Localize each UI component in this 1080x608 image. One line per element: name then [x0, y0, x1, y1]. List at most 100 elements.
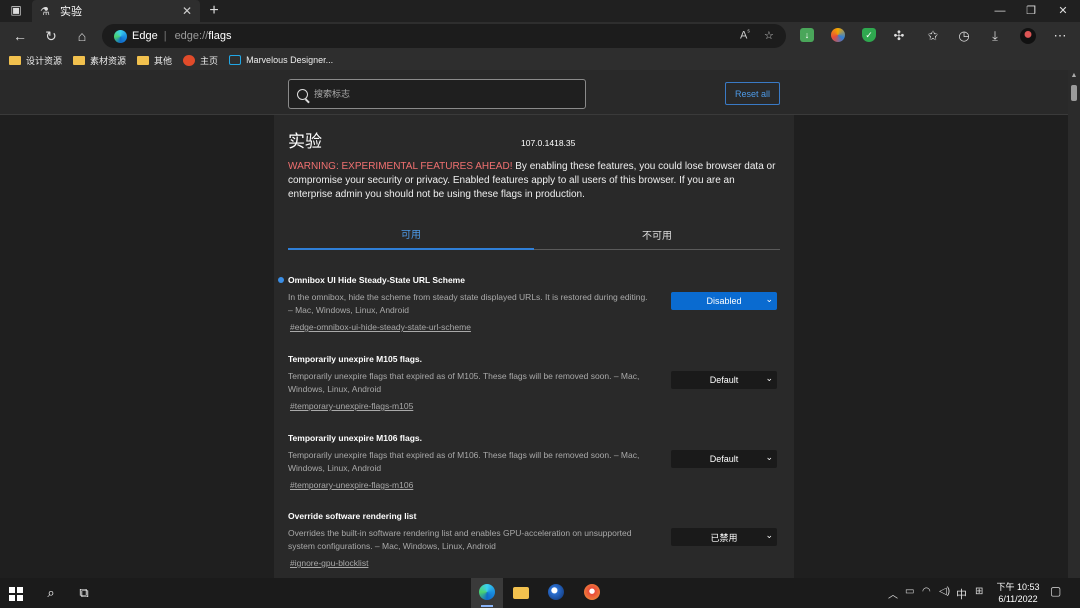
taskbar-app-3[interactable] [540, 578, 572, 608]
chevron-down-icon: ⌄ [765, 530, 773, 540]
flag-link[interactable]: #temporary-unexpire-flags-m105 [290, 401, 413, 411]
flag-title: Temporarily unexpire M105 flags. [288, 354, 422, 364]
close-tab-icon[interactable]: ✕ [182, 4, 192, 18]
flag-title: Temporarily unexpire M106 flags. [288, 433, 422, 443]
scroll-up-icon[interactable]: ▲ [1068, 70, 1080, 82]
search-box[interactable] [288, 79, 586, 109]
chevron-down-icon: ⌄ [765, 373, 773, 383]
more-menu-icon[interactable]: ⋯ [1051, 27, 1069, 45]
back-icon[interactable]: ← [9, 26, 31, 46]
ime-mode-icon[interactable]: ⊞ [975, 586, 983, 597]
clock[interactable]: 下午 10:53 6/11/2022 [990, 581, 1046, 605]
favorite-label: 主页 [200, 55, 219, 66]
tab-available[interactable]: 可用 [288, 226, 534, 241]
windows-start-icon[interactable] [9, 587, 23, 601]
ime-indicator[interactable]: 中 [956, 586, 967, 602]
chevron-down-icon: ⌄ [765, 294, 773, 304]
shield-extension-icon[interactable]: ✓ [862, 28, 876, 42]
history-icon[interactable]: ◷ [955, 27, 973, 45]
search-icon[interactable]: ⌕ [42, 584, 60, 602]
flag-select[interactable]: Disabled ⌄ [671, 292, 777, 310]
file-explorer-icon [513, 587, 529, 599]
clock-date: 6/11/2022 [998, 594, 1038, 604]
flag-select-value: Default [709, 375, 739, 385]
flag-link[interactable]: #edge-omnibox-ui-hide-steady-state-url-s… [290, 322, 471, 332]
marvelous-designer-icon [229, 55, 242, 65]
flag-link[interactable]: #temporary-unexpire-flags-m106 [290, 480, 413, 490]
favorite-other[interactable]: 其他 [137, 54, 172, 67]
flags-header: Reset all [0, 70, 1068, 115]
active-app-indicator [481, 605, 493, 607]
volume-icon[interactable]: ◁) [939, 586, 950, 597]
version-number: 107.0.1418.35 [521, 138, 576, 148]
active-tab-indicator [288, 248, 534, 250]
taskbar-file-explorer[interactable] [505, 578, 537, 608]
extensions-icon[interactable]: ✣ [890, 27, 908, 45]
flag-select[interactable]: Default ⌄ [671, 371, 777, 389]
favorite-marvelous-designer[interactable]: Marvelous Designer... [229, 55, 333, 65]
close-window-icon[interactable]: ✕ [1046, 0, 1080, 22]
notifications-icon[interactable]: ▢ [1050, 584, 1061, 598]
flask-icon: ⚗ [40, 5, 50, 18]
show-hidden-icons-icon[interactable]: ︿ [888, 586, 898, 601]
flag-description: Temporarily unexpire flags that expired … [288, 371, 640, 394]
tab-flags[interactable]: ⚗ 实验 ✕ [32, 0, 200, 22]
favorite-design-resources[interactable]: 设计资源 [9, 54, 62, 67]
scroll-thumb[interactable] [1071, 85, 1077, 101]
modified-indicator-icon [278, 277, 284, 283]
flag-select[interactable]: 已禁用 ⌄ [671, 528, 777, 546]
tab-unavailable[interactable]: 不可用 [534, 227, 780, 242]
refresh-icon[interactable]: ↻ [40, 26, 62, 46]
page-scrollbar[interactable]: ▲ [1068, 70, 1080, 578]
address-separator: | [163, 30, 167, 42]
new-tab-icon[interactable]: + [204, 1, 224, 21]
add-favorite-icon[interactable]: ☆ [764, 29, 774, 42]
address-bar[interactable]: Edge | edge:// flags Aˢ ☆ [102, 24, 786, 48]
battery-icon[interactable]: ▭ [905, 586, 914, 597]
taskbar: ⌕ ⧉ ︿ ▭ ◠ ◁) 中 ⊞ 下午 10:53 6/11/2022 ▢ [0, 578, 1080, 608]
warning-text: WARNING: EXPERIMENTAL FEATURES AHEAD! By… [288, 160, 780, 202]
favorite-home[interactable]: 主页 [183, 54, 218, 67]
flags-content: 实验 107.0.1418.35 WARNING: EXPERIMENTAL F… [274, 115, 794, 578]
tab-bar: ▣ ⚗ 实验 ✕ + — ❐ ✕ [0, 0, 1080, 22]
reset-all-button[interactable]: Reset all [725, 82, 780, 105]
edge-icon [479, 584, 495, 600]
flags-page: Reset all 实验 107.0.1418.35 WARNING: EXPE… [0, 70, 1068, 578]
profile-avatar[interactable] [1020, 28, 1036, 44]
search-icon [297, 88, 308, 100]
flag-select[interactable]: Default ⌄ [671, 450, 777, 468]
home-icon[interactable]: ⌂ [71, 26, 93, 46]
downloads-icon[interactable]: ⤓ [986, 27, 1004, 45]
browser-app-icon [548, 584, 564, 600]
search-input[interactable] [314, 89, 564, 99]
favorites-icon[interactable]: ✩ [924, 27, 942, 45]
folder-icon [9, 55, 21, 65]
flag-title: Omnibox UI Hide Steady-State URL Scheme [288, 275, 465, 285]
flag-link[interactable]: #ignore-gpu-blocklist [290, 558, 368, 568]
flag-item: Omnibox UI Hide Steady-State URL Scheme … [278, 275, 780, 335]
taskbar-edge[interactable] [471, 578, 503, 608]
read-aloud-icon[interactable]: Aˢ [740, 29, 750, 42]
flag-select-value: 已禁用 [710, 532, 738, 543]
flag-select-value: Disabled [706, 296, 742, 306]
favorite-material-resources[interactable]: 素材资源 [73, 54, 126, 67]
flag-description: Overrides the built-in software renderin… [288, 528, 632, 551]
taskbar-app-4[interactable] [576, 578, 608, 608]
extension-color-icon[interactable] [831, 28, 845, 42]
download-extension-icon[interactable]: ↓ [800, 28, 814, 42]
chevron-down-icon: ⌄ [765, 452, 773, 462]
folder-icon [137, 55, 150, 65]
tab-title: 实验 [60, 6, 82, 18]
favorite-label: 其他 [154, 55, 173, 66]
tab-actions-icon[interactable]: ▣ [8, 3, 24, 19]
warning-strong: WARNING: EXPERIMENTAL FEATURES AHEAD! [288, 161, 513, 172]
wifi-icon[interactable]: ◠ [922, 586, 931, 597]
address-brand: Edge [132, 30, 158, 42]
flag-title: Override software rendering list [288, 511, 417, 521]
minimize-icon[interactable]: — [983, 0, 1017, 22]
favorite-label: Marvelous Designer... [246, 55, 334, 65]
task-view-icon[interactable]: ⧉ [75, 584, 93, 602]
favorite-label: 设计资源 [26, 55, 63, 66]
maximize-icon[interactable]: ❐ [1014, 0, 1048, 22]
home-avatar-icon [183, 54, 196, 66]
